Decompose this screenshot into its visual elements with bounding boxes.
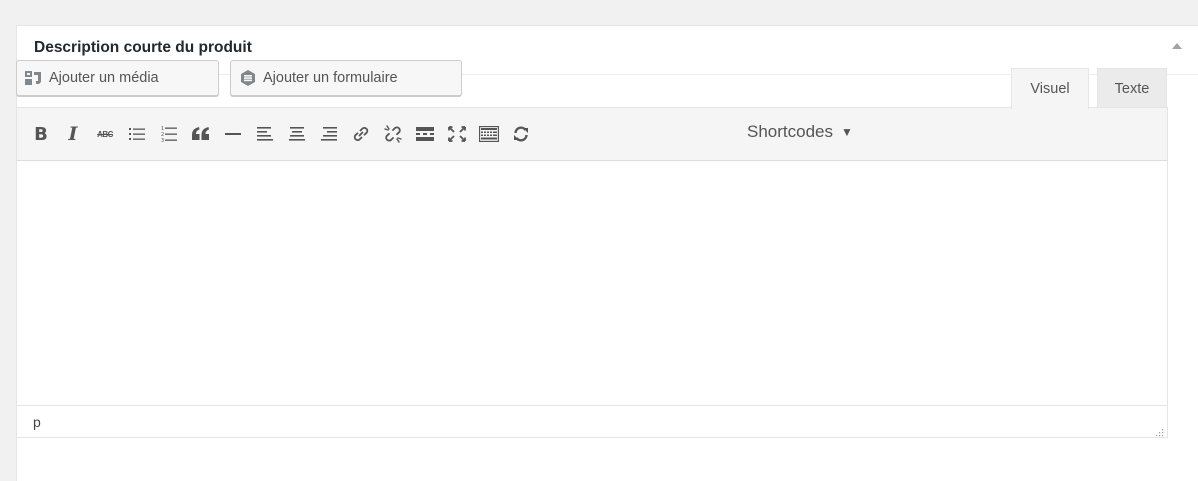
chevron-down-icon: ▼ [841,125,853,139]
align-right-icon[interactable] [316,121,342,147]
tab-text-label: Texte [1114,80,1150,97]
bold-icon[interactable]: B [28,121,54,147]
shortcodes-label: Shortcodes [747,122,833,141]
refresh-icon[interactable] [508,121,534,147]
align-center-icon[interactable] [284,121,310,147]
bullet-list-icon[interactable] [124,121,150,147]
italic-label: I [68,123,78,145]
blockquote-icon[interactable] [188,121,214,147]
editor-content-area[interactable] [17,161,1167,405]
editor-toolbar: B I ABC 1 2 3 Shortcodes ▼ [17,108,1167,161]
strikethrough-label: ABC [97,129,113,139]
align-left-icon[interactable] [252,121,278,147]
collapse-toggle-icon[interactable] [1172,43,1182,49]
link-icon[interactable] [348,121,374,147]
tab-text[interactable]: Texte [1097,68,1167,108]
italic-icon[interactable]: I [60,121,86,147]
add-form-button[interactable]: Ajouter un formulaire [230,60,462,96]
toolbar-toggle-icon[interactable] [476,121,502,147]
strikethrough-icon[interactable]: ABC [92,121,118,147]
add-media-label: Ajouter un média [49,70,159,86]
element-path[interactable]: p [33,414,41,430]
unlink-icon[interactable] [380,121,406,147]
read-more-icon[interactable] [412,121,438,147]
postbox-title: Description courte du produit [34,39,252,56]
editor-container: B I ABC 1 2 3 Shortcodes ▼ p [16,107,1168,438]
shortcodes-dropdown[interactable]: Shortcodes ▼ [747,122,853,142]
media-icon [25,70,43,86]
numbered-list-icon[interactable]: 1 2 3 [156,121,182,147]
form-icon [239,69,257,87]
resize-handle-icon[interactable] [1154,424,1164,437]
add-form-label: Ajouter un formulaire [263,70,398,86]
svg-text:3: 3 [161,138,164,143]
add-media-button[interactable]: Ajouter un média [16,60,219,96]
tab-visual[interactable]: Visuel [1011,68,1089,109]
editor-statusbar: p [17,405,1167,437]
fullscreen-icon[interactable] [444,121,470,147]
tab-visual-label: Visuel [1030,81,1070,97]
bold-label: B [34,123,48,145]
horizontal-line-icon[interactable] [220,121,246,147]
